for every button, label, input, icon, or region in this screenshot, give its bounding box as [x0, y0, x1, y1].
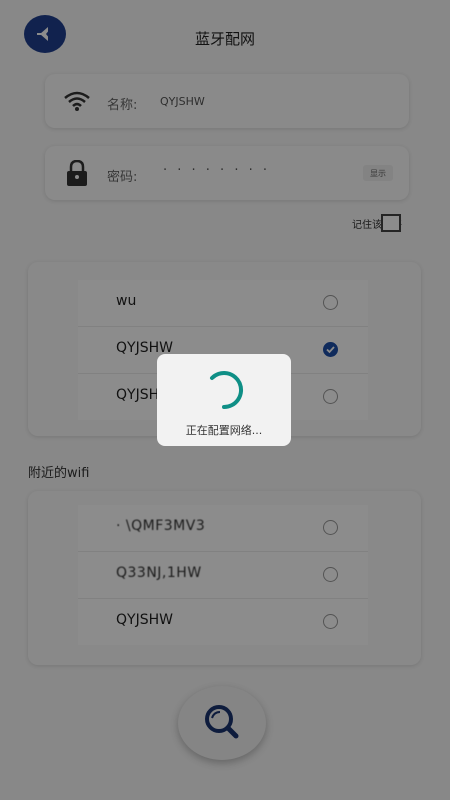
loading-dialog: 正在配置网络...: [157, 354, 291, 446]
loading-spinner-icon: [210, 371, 244, 410]
loading-text: 正在配置网络...: [185, 424, 263, 437]
